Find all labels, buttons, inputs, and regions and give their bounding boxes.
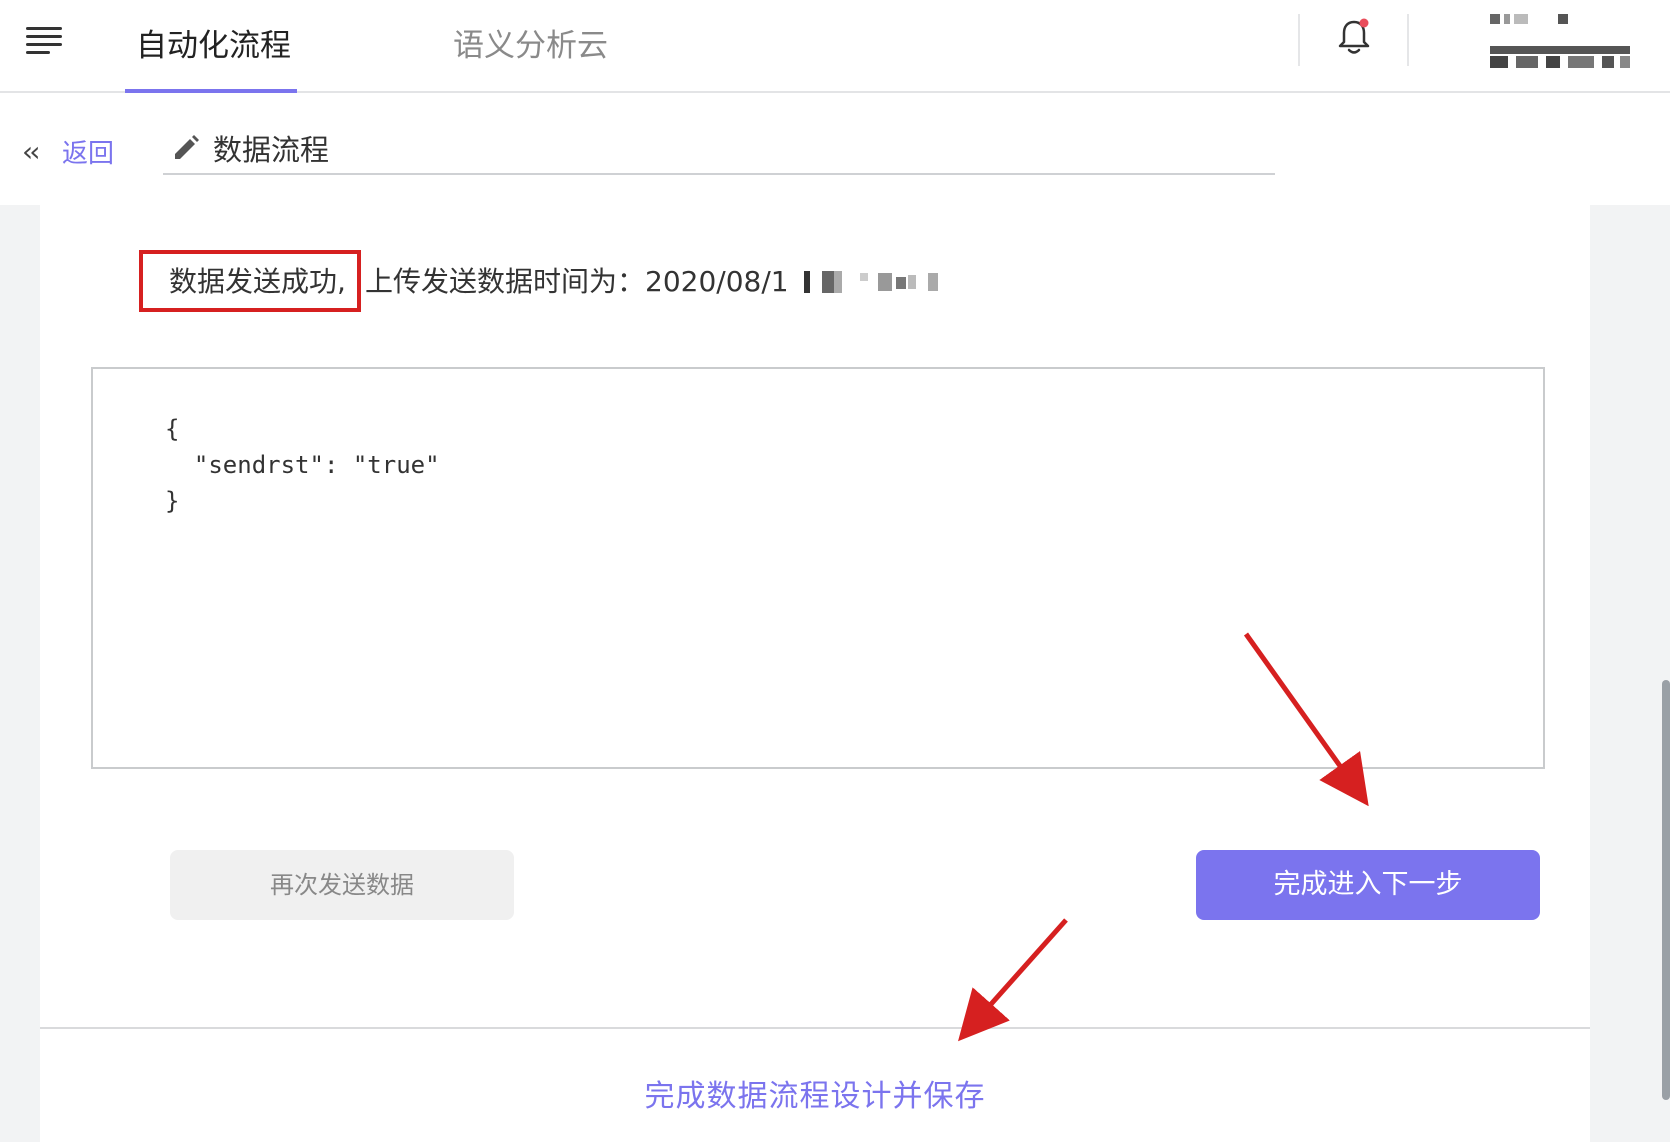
- pencil-icon: [171, 133, 201, 163]
- section-divider: [40, 1027, 1590, 1029]
- save-flow-design-link[interactable]: 完成数据流程设计并保存: [40, 1071, 1590, 1115]
- resend-data-button[interactable]: 再次发送数据: [170, 850, 514, 920]
- flow-name-text: 数据流程: [213, 133, 330, 167]
- upload-time-text: 上传发送数据时间为：2020/08/1: [365, 265, 789, 298]
- header-divider: [1407, 14, 1409, 66]
- upload-time-blurred: [804, 271, 954, 293]
- finish-next-step-button[interactable]: 完成进入下一步: [1196, 850, 1540, 920]
- flow-editor-header: ‹‹ 返回 数据流程: [0, 93, 1670, 205]
- response-json-text: { "sendrst": "true" }: [165, 415, 440, 515]
- back-link[interactable]: 返回: [62, 133, 114, 170]
- hamburger-menu-icon[interactable]: [26, 27, 62, 55]
- bell-icon[interactable]: [1334, 17, 1374, 57]
- tab-semantic-analysis-cloud[interactable]: 语义分析云: [453, 16, 608, 76]
- header-divider: [1298, 14, 1300, 66]
- double-chevron-left-icon[interactable]: ‹‹: [22, 135, 41, 168]
- send-result-panel: 数据发送成功, 上传发送数据时间为：2020/08/1 { "sendrst":…: [40, 205, 1590, 1142]
- response-json-box: { "sendrst": "true" }: [91, 367, 1545, 769]
- success-highlight-box: [139, 250, 361, 312]
- top-navigation-bar: 自动化流程 语义分析云: [0, 0, 1670, 93]
- flow-name-field[interactable]: 数据流程: [163, 123, 1275, 175]
- notification-dot: [1359, 18, 1369, 28]
- user-account-blurred[interactable]: [1490, 12, 1640, 76]
- tab-automation-flow[interactable]: 自动化流程: [136, 16, 291, 76]
- page-scrollbar[interactable]: [1662, 680, 1670, 1100]
